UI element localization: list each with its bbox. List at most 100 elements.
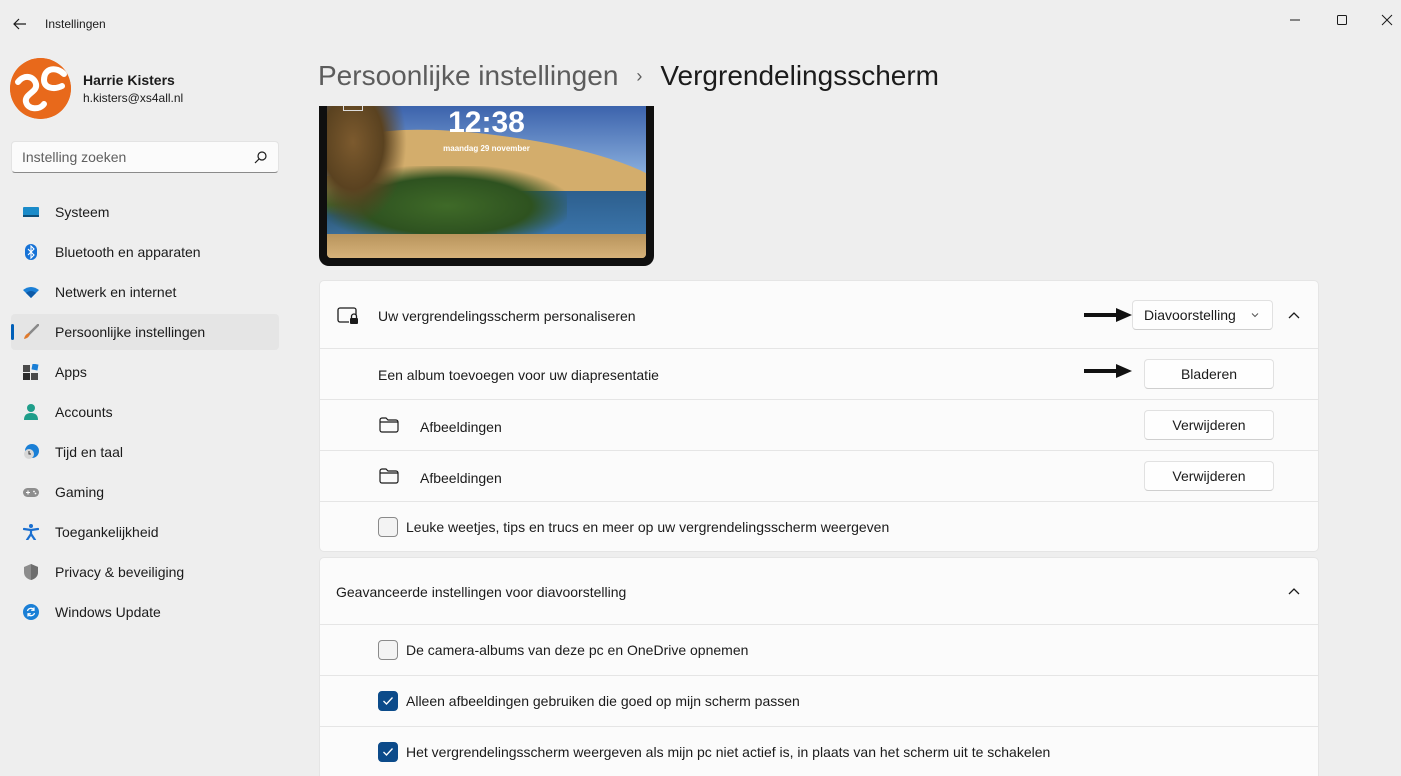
- avatar: [10, 58, 71, 119]
- browse-button[interactable]: Bladeren: [1144, 359, 1274, 389]
- lock-screen-icon: [337, 307, 358, 324]
- tips-label[interactable]: Leuke weetjes, tips en trucs en meer op …: [406, 519, 889, 535]
- option-row: Alleen afbeeldingen gebruiken die goed o…: [320, 676, 1318, 727]
- sidebar-item-toegankelijkheid[interactable]: Toegankelijkheid: [11, 514, 279, 550]
- option-label[interactable]: De camera-albums van deze pc en OneDrive…: [406, 642, 748, 658]
- sidebar-item-label: Tijd en taal: [55, 444, 123, 460]
- personalize-header-row[interactable]: Uw vergrendelingsscherm personaliseren D…: [320, 281, 1318, 349]
- dropdown-value: Diavoorstelling: [1144, 307, 1236, 323]
- add-album-label: Een album toevoegen voor uw diapresentat…: [378, 367, 659, 383]
- sidebar-item-label: Netwerk en internet: [55, 284, 177, 300]
- sidebar-item-accounts[interactable]: Accounts: [11, 394, 279, 430]
- checkmark-icon: [383, 748, 393, 756]
- sidebar-item-label: Persoonlijke instellingen: [55, 324, 206, 340]
- annotation-arrow-icon: [1084, 308, 1132, 322]
- app-title: Instellingen: [45, 17, 106, 31]
- monitor-icon: [23, 207, 39, 217]
- avatar-logo-icon: [10, 58, 71, 119]
- tips-checkbox[interactable]: [378, 517, 398, 537]
- background-type-dropdown[interactable]: Diavoorstelling: [1132, 300, 1273, 330]
- album-name: Afbeeldingen: [420, 470, 502, 486]
- bluetooth-icon: [25, 244, 37, 260]
- chevron-up-icon: [1288, 312, 1300, 319]
- show-lockscreen-when-inactive-checkbox[interactable]: [378, 742, 398, 762]
- wifi-icon: [23, 287, 39, 298]
- personalize-card: Uw vergrendelingsscherm personaliseren D…: [319, 280, 1319, 552]
- sidebar-item-tijd-en-taal[interactable]: Tijd en taal: [11, 434, 279, 470]
- sidebar-item-label: Gaming: [55, 484, 105, 500]
- preview-date: maandag 29 november: [443, 144, 530, 153]
- accessibility-icon: [23, 524, 39, 540]
- search-icon[interactable]: [254, 150, 268, 164]
- checkmark-icon: [383, 697, 393, 705]
- title-bar: Instellingen: [0, 0, 1401, 48]
- chevron-down-icon: [1251, 313, 1259, 318]
- sidebar-item-netwerk[interactable]: Netwerk en internet: [11, 274, 279, 310]
- sidebar-item-privacy[interactable]: Privacy & beveiliging: [11, 554, 279, 590]
- sidebar-item-label: Privacy & beveiliging: [55, 564, 185, 580]
- folder-icon: [379, 417, 399, 433]
- chevron-up-icon: [1288, 588, 1300, 595]
- apps-icon: [23, 364, 39, 380]
- advanced-header-row[interactable]: Geavanceerde instellingen voor diavoorst…: [320, 558, 1318, 625]
- close-button[interactable]: [1365, 4, 1401, 36]
- collapse-personalize-button[interactable]: [1280, 301, 1308, 329]
- breadcrumb-parent[interactable]: Persoonlijke instellingen: [318, 60, 618, 92]
- shield-icon: [24, 564, 38, 580]
- preview-image: 12:38 maandag 29 november: [327, 106, 646, 258]
- breadcrumb: Persoonlijke instellingen › Vergrendelin…: [318, 58, 939, 94]
- option-label[interactable]: Het vergrendelingsscherm weergeven als m…: [406, 744, 1050, 760]
- user-email: h.kisters@xs4all.nl: [83, 91, 184, 105]
- remove-album-button[interactable]: Verwijderen: [1144, 461, 1274, 491]
- advanced-slideshow-card: Geavanceerde instellingen voor diavoorst…: [319, 557, 1319, 776]
- search-input[interactable]: [12, 142, 242, 172]
- remove-album-button[interactable]: Verwijderen: [1144, 410, 1274, 440]
- advanced-title: Geavanceerde instellingen voor diavoorst…: [336, 584, 627, 600]
- personalize-title: Uw vergrendelingsscherm personaliseren: [378, 308, 636, 324]
- user-profile[interactable]: Harrie Kisters h.kisters@xs4all.nl: [10, 58, 290, 119]
- sidebar-item-label: Systeem: [55, 204, 110, 220]
- minimize-button[interactable]: [1273, 4, 1317, 36]
- back-button[interactable]: [8, 12, 32, 36]
- person-icon: [24, 404, 38, 420]
- gamepad-icon: [23, 488, 39, 497]
- sidebar-item-systeem[interactable]: Systeem: [11, 194, 279, 230]
- collapse-advanced-button[interactable]: [1280, 577, 1308, 605]
- sidebar-item-bluetooth[interactable]: Bluetooth en apparaten: [11, 234, 279, 270]
- page-title: Vergrendelingsscherm: [660, 60, 939, 91]
- sidebar-item-label: Windows Update: [55, 604, 161, 620]
- option-row: De camera-albums van deze pc en OneDrive…: [320, 625, 1318, 676]
- option-label[interactable]: Alleen afbeeldingen gebruiken die goed o…: [406, 693, 800, 709]
- fit-screen-checkbox[interactable]: [378, 691, 398, 711]
- album-row: Afbeeldingen Verwijderen: [320, 400, 1318, 451]
- album-name: Afbeeldingen: [420, 419, 502, 435]
- update-icon: [23, 604, 39, 620]
- lock-screen-preview: 12:38 maandag 29 november: [319, 106, 654, 266]
- search-box[interactable]: [11, 141, 279, 173]
- sidebar-item-label: Apps: [55, 364, 87, 380]
- folder-icon: [379, 468, 399, 484]
- sidebar-nav: Systeem Bluetooth en apparaten Netwerk e…: [11, 194, 279, 634]
- clock-globe-icon: [24, 444, 39, 459]
- sidebar-item-persoonlijke-instellingen[interactable]: Persoonlijke instellingen: [11, 314, 279, 350]
- sidebar-item-label: Toegankelijkheid: [55, 524, 159, 540]
- minimize-icon: [1290, 19, 1300, 21]
- close-icon: [1381, 14, 1393, 26]
- maximize-icon: [1337, 15, 1347, 25]
- option-row: Het vergrendelingsscherm weergeven als m…: [320, 727, 1318, 776]
- sidebar-item-windows-update[interactable]: Windows Update: [11, 594, 279, 630]
- tips-row: Leuke weetjes, tips en trucs en meer op …: [320, 502, 1318, 552]
- arrow-left-icon: [13, 18, 26, 30]
- sidebar-item-gaming[interactable]: Gaming: [11, 474, 279, 510]
- user-name: Harrie Kisters: [83, 72, 175, 88]
- add-album-row: Een album toevoegen voor uw diapresentat…: [320, 349, 1318, 400]
- sidebar-item-apps[interactable]: Apps: [11, 354, 279, 390]
- preview-sand: [327, 234, 646, 258]
- album-row: Afbeeldingen Verwijderen: [320, 451, 1318, 502]
- paintbrush-icon: [24, 324, 39, 339]
- breadcrumb-separator: ›: [636, 65, 643, 86]
- preview-time: 12:38: [448, 106, 525, 139]
- annotation-arrow-icon: [1084, 364, 1132, 378]
- camera-albums-checkbox[interactable]: [378, 640, 398, 660]
- maximize-button[interactable]: [1320, 4, 1364, 36]
